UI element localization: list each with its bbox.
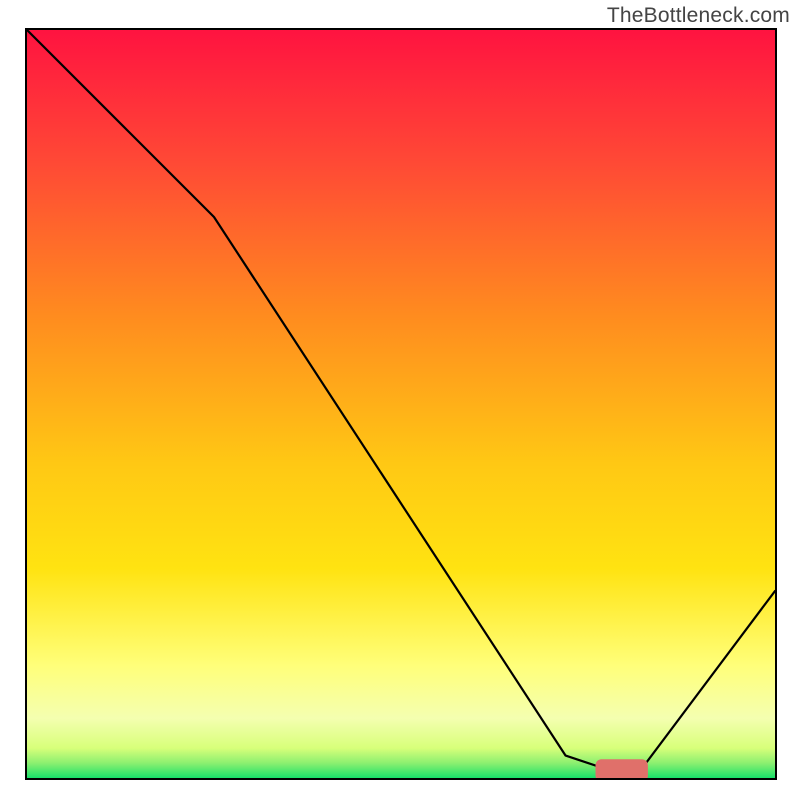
optimal-range-marker	[596, 759, 648, 778]
plot-area	[25, 28, 777, 780]
chart-container: TheBottleneck.com	[0, 0, 800, 800]
watermark-label: TheBottleneck.com	[607, 4, 790, 28]
chart-svg	[27, 30, 775, 778]
